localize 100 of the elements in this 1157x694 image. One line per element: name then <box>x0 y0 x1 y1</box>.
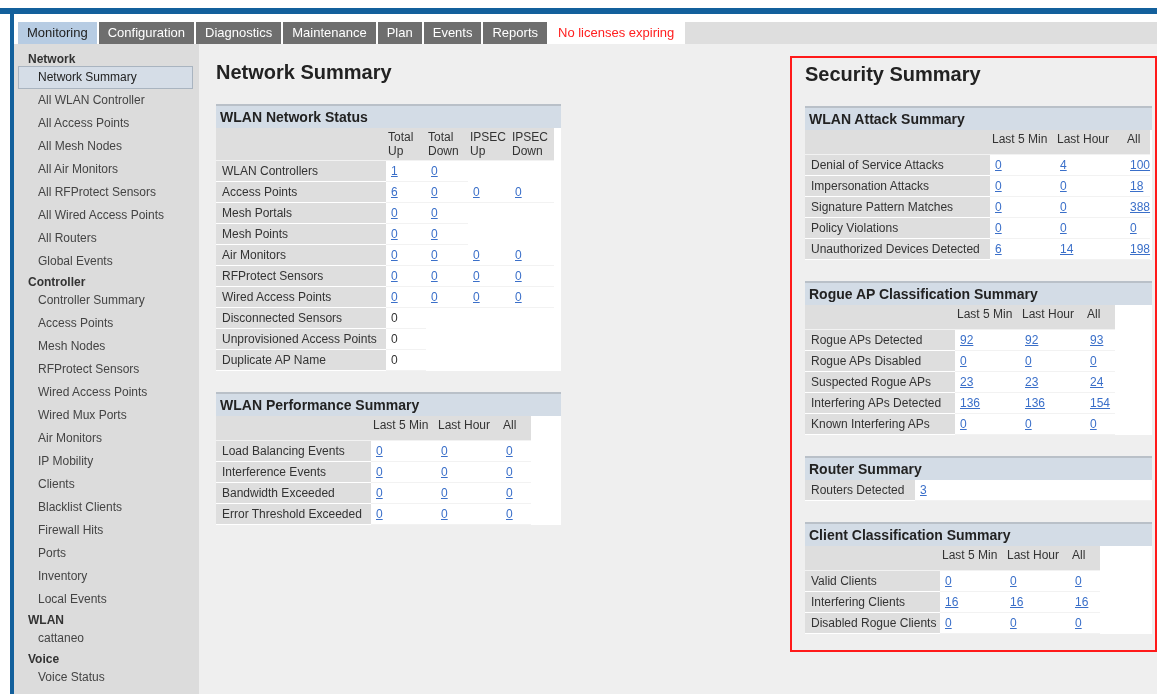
count-link[interactable]: 0 <box>506 465 513 479</box>
count-link[interactable]: 0 <box>1025 354 1032 368</box>
count-link[interactable]: 4 <box>1060 158 1067 172</box>
count-link[interactable]: 0 <box>995 179 1002 193</box>
count-link[interactable]: 0 <box>1060 200 1067 214</box>
count-link[interactable]: 0 <box>1130 221 1137 235</box>
sidebar-item[interactable]: cattaneo <box>18 627 193 650</box>
sidebar-item[interactable]: All Mesh Nodes <box>18 135 193 158</box>
count-link[interactable]: 0 <box>431 227 438 241</box>
sidebar-item[interactable]: All Access Points <box>18 112 193 135</box>
count-link[interactable]: 92 <box>960 333 974 347</box>
sidebar-item[interactable]: Mesh Nodes <box>18 335 193 358</box>
count-link[interactable]: 23 <box>1025 375 1039 389</box>
sidebar-item[interactable]: Inventory <box>18 565 193 588</box>
count-link[interactable]: 0 <box>376 444 383 458</box>
count-link[interactable]: 0 <box>506 444 513 458</box>
count-link[interactable]: 136 <box>960 396 981 410</box>
count-link[interactable]: 23 <box>960 375 974 389</box>
sidebar-item[interactable]: Air Monitors <box>18 427 193 450</box>
count-link[interactable]: 0 <box>431 185 438 199</box>
count-link[interactable]: 0 <box>441 465 448 479</box>
count-link[interactable]: 0 <box>506 507 513 521</box>
count-link[interactable]: 0 <box>1060 179 1067 193</box>
sidebar-item[interactable]: All Wired Access Points <box>18 204 193 227</box>
count-link[interactable]: 0 <box>1090 354 1097 368</box>
count-link[interactable]: 154 <box>1090 396 1111 410</box>
sidebar-item[interactable]: Controller Summary <box>18 289 193 312</box>
count-link[interactable]: 93 <box>1090 333 1104 347</box>
nav-tab[interactable]: Diagnostics <box>196 22 282 44</box>
count-link[interactable]: 6 <box>995 242 1002 256</box>
count-link[interactable]: 198 <box>1130 242 1151 256</box>
sidebar-item[interactable]: Wired Access Points <box>18 381 193 404</box>
sidebar-item[interactable]: Local Events <box>18 588 193 611</box>
nav-tab[interactable]: Plan <box>377 22 422 44</box>
count-link[interactable]: 0 <box>391 290 398 304</box>
count-link[interactable]: 1 <box>391 164 398 178</box>
nav-tab[interactable]: Reports <box>483 22 547 44</box>
count-link[interactable]: 0 <box>995 221 1002 235</box>
count-link[interactable]: 0 <box>515 269 522 283</box>
sidebar-item[interactable]: Voice Status <box>18 666 193 689</box>
count-link[interactable]: 0 <box>960 354 967 368</box>
count-link[interactable]: 0 <box>391 206 398 220</box>
count-link[interactable]: 0 <box>1075 616 1082 630</box>
sidebar-item[interactable]: Firewall Hits <box>18 519 193 542</box>
nav-tab[interactable]: Events <box>423 22 482 44</box>
count-link[interactable]: 16 <box>1010 595 1024 609</box>
sidebar-item[interactable]: Clients <box>18 473 193 496</box>
count-link[interactable]: 0 <box>431 269 438 283</box>
nav-tab[interactable]: Configuration <box>98 22 195 44</box>
count-link[interactable]: 136 <box>1025 396 1046 410</box>
nav-tab[interactable]: Monitoring <box>18 22 97 44</box>
count-link[interactable]: 24 <box>1090 375 1104 389</box>
sidebar-item[interactable]: Wired Mux Ports <box>18 404 193 427</box>
sidebar-item[interactable]: Access Points <box>18 312 193 335</box>
count-link[interactable]: 0 <box>506 486 513 500</box>
count-link[interactable]: 0 <box>1010 616 1017 630</box>
count-link[interactable]: 0 <box>431 206 438 220</box>
count-link[interactable]: 18 <box>1130 179 1144 193</box>
count-link[interactable]: 0 <box>441 486 448 500</box>
count-link[interactable]: 0 <box>515 184 522 199</box>
count-link[interactable]: 0 <box>431 164 438 178</box>
count-link[interactable]: 100 <box>1130 158 1151 172</box>
count-link[interactable]: 0 <box>473 290 480 304</box>
count-link[interactable]: 14 <box>1060 242 1074 256</box>
count-link[interactable]: 0 <box>995 200 1002 214</box>
count-link[interactable]: 0 <box>945 574 952 588</box>
sidebar-item[interactable]: All Routers <box>18 227 193 250</box>
count-link[interactable]: 388 <box>1130 200 1151 214</box>
sidebar-item[interactable]: All Air Monitors <box>18 158 193 181</box>
count-link[interactable]: 0 <box>473 184 480 199</box>
count-link[interactable]: 0 <box>473 269 480 283</box>
count-link[interactable]: 0 <box>391 227 398 241</box>
sidebar-item[interactable]: IP Mobility <box>18 450 193 473</box>
count-link[interactable]: 0 <box>995 158 1002 172</box>
count-link[interactable]: 0 <box>515 247 522 262</box>
count-link[interactable]: 92 <box>1025 333 1039 347</box>
count-link[interactable]: 0 <box>960 417 967 431</box>
count-link[interactable]: 0 <box>376 465 383 479</box>
count-link[interactable]: 0 <box>1025 417 1032 431</box>
count-link[interactable]: 3 <box>920 483 927 497</box>
count-link[interactable]: 0 <box>431 248 438 262</box>
count-link[interactable]: 0 <box>441 507 448 521</box>
count-link[interactable]: 0 <box>376 507 383 521</box>
sidebar-item[interactable]: All WLAN Controller <box>18 89 193 112</box>
sidebar-item[interactable]: All RFProtect Sensors <box>18 181 193 204</box>
sidebar-item[interactable]: Network Summary <box>18 66 193 89</box>
nav-tab[interactable]: Maintenance <box>283 22 376 44</box>
sidebar-item[interactable]: Ports <box>18 542 193 565</box>
count-link[interactable]: 0 <box>1010 574 1017 588</box>
sidebar-item[interactable]: RFProtect Sensors <box>18 358 193 381</box>
count-link[interactable]: 0 <box>391 269 398 283</box>
count-link[interactable]: 0 <box>431 290 438 304</box>
count-link[interactable]: 0 <box>1060 221 1067 235</box>
count-link[interactable]: 0 <box>515 290 522 304</box>
sidebar-item[interactable]: Global Events <box>18 250 193 273</box>
count-link[interactable]: 16 <box>945 595 959 609</box>
sidebar-item[interactable]: Blacklist Clients <box>18 496 193 519</box>
count-link[interactable]: 0 <box>441 444 448 458</box>
count-link[interactable]: 0 <box>945 616 952 630</box>
count-link[interactable]: 16 <box>1075 595 1089 609</box>
